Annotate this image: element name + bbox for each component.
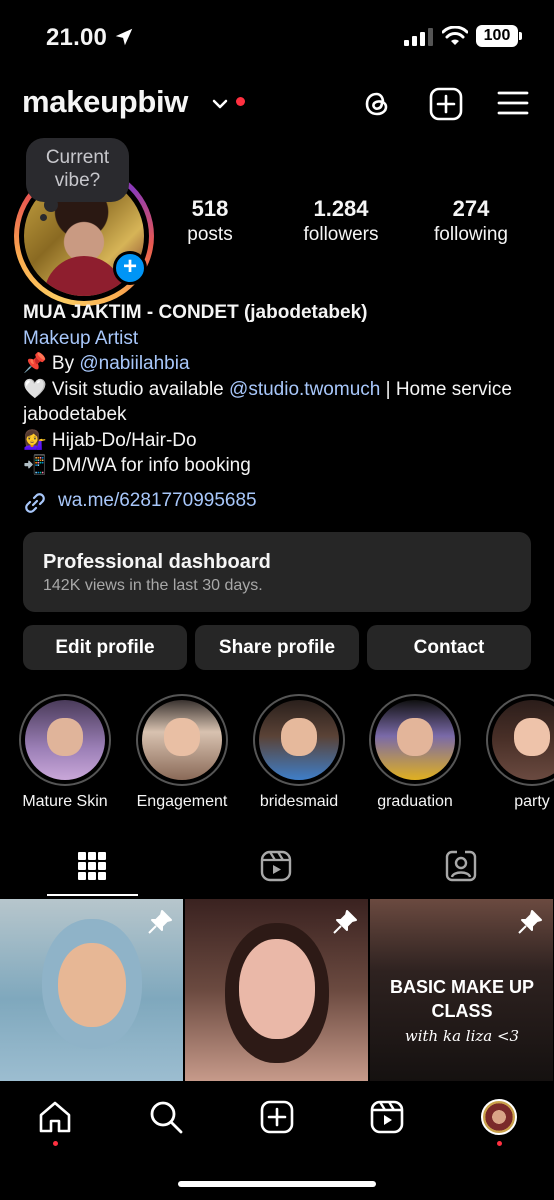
- username-switcher[interactable]: makeupbiw: [22, 84, 188, 120]
- search-icon[interactable]: [148, 1099, 184, 1135]
- contact-button[interactable]: Contact: [367, 625, 531, 670]
- link-icon: [25, 493, 45, 513]
- profile-bio: MUA JAKTIM - CONDET (jabodetabek) Makeup…: [23, 300, 533, 479]
- professional-dashboard[interactable]: Professional dashboard 142K views in the…: [23, 532, 531, 612]
- bio-line-by: 📌 By @nabiilahbia: [23, 351, 533, 377]
- post-overlay-title: BASIC MAKE UP CLASS: [389, 977, 534, 1021]
- mention-studio-twomuch[interactable]: @studio.twomuch: [229, 379, 380, 400]
- followers-count-label: followers: [303, 224, 379, 245]
- highlight-label: party: [514, 793, 550, 810]
- pin-icon: [518, 910, 542, 934]
- post-overlay-subtitle: with ka liza <3: [404, 1027, 520, 1045]
- profile-notification-dot: [497, 1141, 502, 1146]
- bio-line-hijab: 💁‍♀️ Hijab-Do/Hair-Do: [23, 429, 197, 451]
- dashboard-subtitle: 142K views in the last 30 days.: [43, 577, 263, 594]
- mention-nabiilahbia[interactable]: @nabiilahbia: [79, 353, 189, 374]
- create-icon[interactable]: [259, 1099, 295, 1135]
- battery-indicator: 100: [476, 25, 518, 47]
- highlight-bridesmaid[interactable]: bridesmaid: [253, 694, 345, 810]
- dashboard-title: Professional dashboard: [43, 551, 271, 573]
- bio-link-text[interactable]: wa.me/6281770995685: [58, 490, 257, 512]
- bio-studio-text: 🤍 Visit studio available: [23, 378, 230, 400]
- home-icon[interactable]: [37, 1099, 73, 1135]
- notification-dot: [236, 97, 245, 106]
- chevron-down-icon[interactable]: [212, 98, 228, 110]
- bio-line-studio: 🤍 Visit studio available @studio.twomuch…: [23, 377, 533, 428]
- wifi-icon: [442, 26, 468, 45]
- status-time: 21.00: [46, 24, 108, 51]
- pin-icon: [333, 910, 357, 934]
- post-tile[interactable]: [0, 899, 183, 1081]
- threads-icon[interactable]: [361, 88, 393, 120]
- pin-icon: [148, 910, 172, 934]
- note-bubble-tail-small: [40, 214, 47, 221]
- location-arrow-icon: [115, 28, 133, 46]
- highlight-label: graduation: [377, 793, 453, 810]
- following-count[interactable]: 274 following: [422, 196, 520, 246]
- active-tab-indicator: [47, 894, 138, 896]
- status-bar: 21.00 100: [0, 0, 554, 76]
- highlight-label: Engagement: [136, 793, 228, 810]
- highlight-engagement[interactable]: Engagement: [136, 694, 228, 810]
- highlight-label: bridesmaid: [259, 793, 339, 810]
- profile-tab-avatar[interactable]: [481, 1099, 517, 1135]
- bio-by-text: 📌 By: [23, 353, 80, 374]
- category-label[interactable]: Makeup Artist: [23, 326, 533, 352]
- followers-count[interactable]: 1.284 followers: [290, 196, 392, 246]
- display-name: MUA JAKTIM - CONDET (jabodetabek): [23, 302, 368, 323]
- create-post-icon[interactable]: [429, 87, 463, 121]
- edit-profile-button[interactable]: Edit profile: [23, 625, 187, 670]
- following-count-label: following: [434, 224, 508, 245]
- home-notification-dot: [53, 1141, 58, 1146]
- posts-count[interactable]: 518 posts: [174, 196, 246, 246]
- battery-nub: [519, 32, 522, 40]
- profile-header: makeupbiw: [0, 80, 554, 128]
- highlight-label: Mature Skin: [22, 793, 108, 810]
- post-tile[interactable]: [185, 899, 368, 1081]
- highlight-party[interactable]: party: [486, 694, 554, 810]
- reels-tab-icon[interactable]: [259, 849, 293, 883]
- reels-icon[interactable]: [369, 1099, 405, 1135]
- posts-count-label: posts: [187, 224, 233, 245]
- followers-count-value: 1.284: [313, 196, 369, 221]
- note-bubble[interactable]: Current vibe?: [26, 138, 129, 202]
- cellular-signal-icon: [404, 28, 433, 46]
- share-profile-button[interactable]: Share profile: [195, 625, 359, 670]
- add-story-button[interactable]: +: [113, 251, 147, 285]
- home-indicator: [178, 1181, 376, 1187]
- following-count-value: 274: [452, 196, 490, 221]
- post-tile[interactable]: BASIC MAKE UP CLASS with ka liza <3: [370, 899, 553, 1081]
- hamburger-menu-icon[interactable]: [497, 89, 529, 117]
- posts-count-value: 518: [191, 196, 229, 221]
- grid-tab-icon[interactable]: [75, 849, 109, 883]
- bio-line-booking: 📲 DM/WA for info booking: [23, 455, 251, 476]
- tagged-tab-icon[interactable]: [444, 849, 478, 883]
- highlight-graduation[interactable]: graduation: [369, 694, 461, 810]
- highlight-mature-skin[interactable]: Mature Skin: [19, 694, 111, 810]
